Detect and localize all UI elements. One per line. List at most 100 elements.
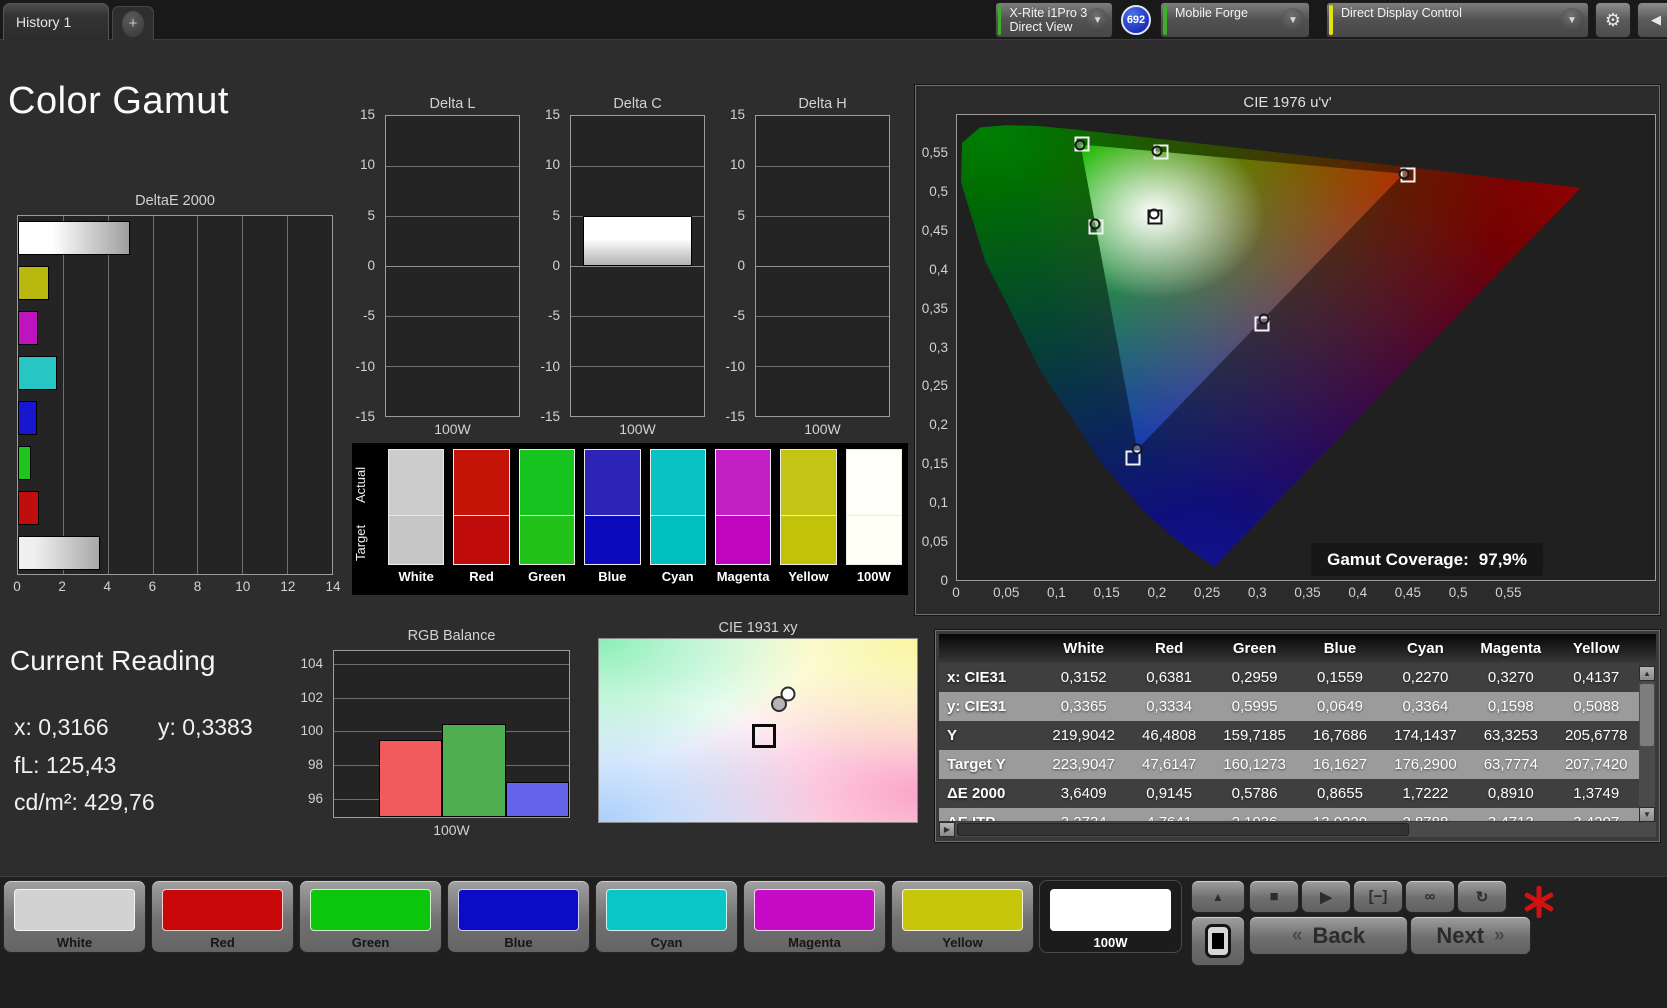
rgb-balance-chart bbox=[333, 650, 570, 818]
y-tick-label: 0 bbox=[367, 258, 375, 273]
measured-marker-red bbox=[1398, 168, 1410, 180]
y-tick-label: 0,1 bbox=[929, 495, 948, 511]
swatch-column-magenta: Magenta bbox=[714, 449, 772, 591]
loop-icon: ∞ bbox=[1424, 888, 1436, 905]
patch-button-yellow[interactable]: Yellow bbox=[891, 880, 1034, 953]
delta-h-x-label: 100W bbox=[804, 421, 841, 437]
table-header: White Red Green Blue Cyan Magenta Yellow bbox=[939, 634, 1656, 663]
cie1931-title: CIE 1931 xy bbox=[718, 620, 798, 636]
display-control-dropdown[interactable]: Direct Display Control ▼ bbox=[1326, 2, 1589, 38]
table-row: ΔE 2000 3,6409 0,9145 0,5786 0,8655 1,7222 0,8… bbox=[939, 779, 1639, 808]
swatch-label: Yellow bbox=[788, 569, 829, 584]
table-cell: 63,3253 bbox=[1483, 727, 1538, 744]
table-header-magenta: Magenta bbox=[1480, 640, 1542, 657]
patch-button-white[interactable]: White bbox=[3, 880, 146, 953]
target-row-label: Target bbox=[353, 524, 368, 562]
y-tick-label: 10 bbox=[544, 157, 560, 173]
refresh-button[interactable]: ↻ bbox=[1457, 880, 1507, 913]
table-header-white: White bbox=[1063, 640, 1105, 657]
gridline bbox=[756, 166, 889, 167]
table-cell: 0,6381 bbox=[1146, 669, 1193, 686]
table-row: ΔE ITP3,27344,76412,193613,02202,87883,4… bbox=[939, 808, 1639, 821]
rgb-bar-blue bbox=[505, 781, 569, 817]
actual-swatch bbox=[453, 449, 510, 516]
table-header-green: Green bbox=[1232, 640, 1277, 657]
patch-button-blue[interactable]: Blue bbox=[447, 880, 590, 953]
x-tick-label: 14 bbox=[325, 579, 341, 594]
row-label: Target Y bbox=[947, 756, 1006, 773]
window-pattern-icon bbox=[1205, 924, 1231, 958]
table-row: Y 219,9042 46,4808 159,7185 16,7686 174,1437 6… bbox=[939, 721, 1639, 750]
delta-l-title: Delta L bbox=[429, 96, 476, 112]
table-cell: 0,3270 bbox=[1487, 669, 1534, 686]
x-tick-label: 10 bbox=[235, 579, 251, 594]
patch-button-green[interactable]: Green bbox=[299, 880, 442, 953]
tab-history-1[interactable]: History 1 bbox=[3, 3, 109, 40]
target-swatch bbox=[649, 516, 706, 565]
cie1931-chart bbox=[598, 638, 918, 823]
meter-line1: X-Rite i1Pro 3 bbox=[1009, 6, 1088, 20]
meter-line2: Direct View bbox=[1009, 20, 1073, 34]
patch-button-100w[interactable]: 100W bbox=[1039, 880, 1182, 953]
table-cell: 0,3334 bbox=[1146, 698, 1193, 715]
x-tick-label: 0,55 bbox=[1495, 585, 1522, 600]
x-tick-label: 2 bbox=[58, 579, 66, 594]
patch-button-magenta[interactable]: Magenta bbox=[743, 880, 886, 953]
stop-button[interactable]: ■ bbox=[1249, 880, 1299, 913]
scroll-up-button[interactable]: ▲ bbox=[1191, 880, 1245, 913]
current-reading-title: Current Reading bbox=[10, 645, 216, 676]
color-patch bbox=[310, 888, 431, 931]
table-cell: 0,1559 bbox=[1317, 669, 1363, 686]
rgb-bar-red bbox=[378, 739, 443, 817]
recording-asterisk-icon[interactable] bbox=[1520, 883, 1558, 921]
step-button[interactable]: [−] bbox=[1353, 880, 1403, 913]
scroll-thumb[interactable] bbox=[957, 823, 1409, 836]
scroll-up-arrow[interactable]: ▲ bbox=[1639, 666, 1655, 681]
color-patch bbox=[458, 888, 579, 931]
gridline bbox=[571, 166, 704, 167]
table-row: x: CIE31 0,3152 0,6381 0,2959 0,1559 0,2270 0,… bbox=[939, 663, 1639, 692]
delta-l-x-label: 100W bbox=[434, 421, 471, 437]
row-label: x: CIE31 bbox=[947, 669, 1007, 686]
vertical-scrollbar[interactable]: ▲ ▼ bbox=[1639, 666, 1655, 822]
delta-c-y-axis: 15 10 5 0 -5 -10 -15 bbox=[530, 107, 566, 424]
meter-dropdown[interactable]: X-Rite i1Pro 3 Direct View ▼ bbox=[995, 2, 1113, 38]
scroll-right-arrow[interactable]: ▶ bbox=[939, 822, 955, 837]
back-button[interactable]: « Back bbox=[1249, 916, 1408, 955]
swatch-strip: Actual Target White Red Green Blue Cyan Magen… bbox=[352, 443, 908, 595]
play-button[interactable]: ▶ bbox=[1301, 880, 1351, 913]
chevron-left-icon: ◀ bbox=[1651, 12, 1661, 27]
y-tick-label: 0,35 bbox=[921, 300, 948, 316]
y-tick-label: -15 bbox=[725, 409, 745, 424]
loop-button[interactable]: ∞ bbox=[1405, 880, 1455, 913]
table-cell: 0,3152 bbox=[1060, 669, 1107, 686]
y-tick-label: 0,05 bbox=[921, 534, 948, 550]
scroll-thumb[interactable] bbox=[1640, 684, 1654, 746]
gridline bbox=[756, 316, 889, 317]
add-tab-button[interactable]: + bbox=[112, 6, 154, 40]
horizontal-scrollbar[interactable]: ◀▶ bbox=[939, 822, 1656, 837]
scroll-down-arrow[interactable]: ▼ bbox=[1639, 807, 1655, 822]
table-cell: 16,7686 bbox=[1312, 727, 1368, 744]
source-dropdown[interactable]: Mobile Forge ▼ bbox=[1160, 2, 1310, 38]
patch-button-cyan[interactable]: Cyan bbox=[595, 880, 738, 953]
gridline bbox=[107, 216, 109, 574]
delta-c-chart bbox=[570, 115, 705, 417]
x-tick-label: 8 bbox=[193, 579, 202, 594]
y-tick-label: 0 bbox=[940, 573, 948, 588]
table-cell: 0,5786 bbox=[1231, 785, 1278, 802]
patch-label: White bbox=[56, 934, 93, 950]
delta-h-y-axis: 15 10 5 0 -5 -10 -15 bbox=[715, 107, 751, 424]
next-button[interactable]: Next » bbox=[1410, 916, 1531, 955]
patch-button-red[interactable]: Red bbox=[151, 880, 294, 953]
row-label: Y bbox=[947, 727, 958, 744]
actual-swatch bbox=[388, 449, 445, 516]
table-cell: 0,9145 bbox=[1146, 785, 1193, 802]
table-cell: 205,6778 bbox=[1564, 727, 1628, 744]
play-icon: ▶ bbox=[1320, 888, 1332, 906]
settings-button[interactable]: ⚙ bbox=[1595, 2, 1631, 38]
table-cell: 0,3365 bbox=[1060, 698, 1107, 715]
window-pattern-button[interactable] bbox=[1191, 916, 1245, 966]
collapse-panel-button[interactable]: ◀ bbox=[1637, 2, 1667, 38]
swatch-label: Red bbox=[469, 569, 494, 584]
